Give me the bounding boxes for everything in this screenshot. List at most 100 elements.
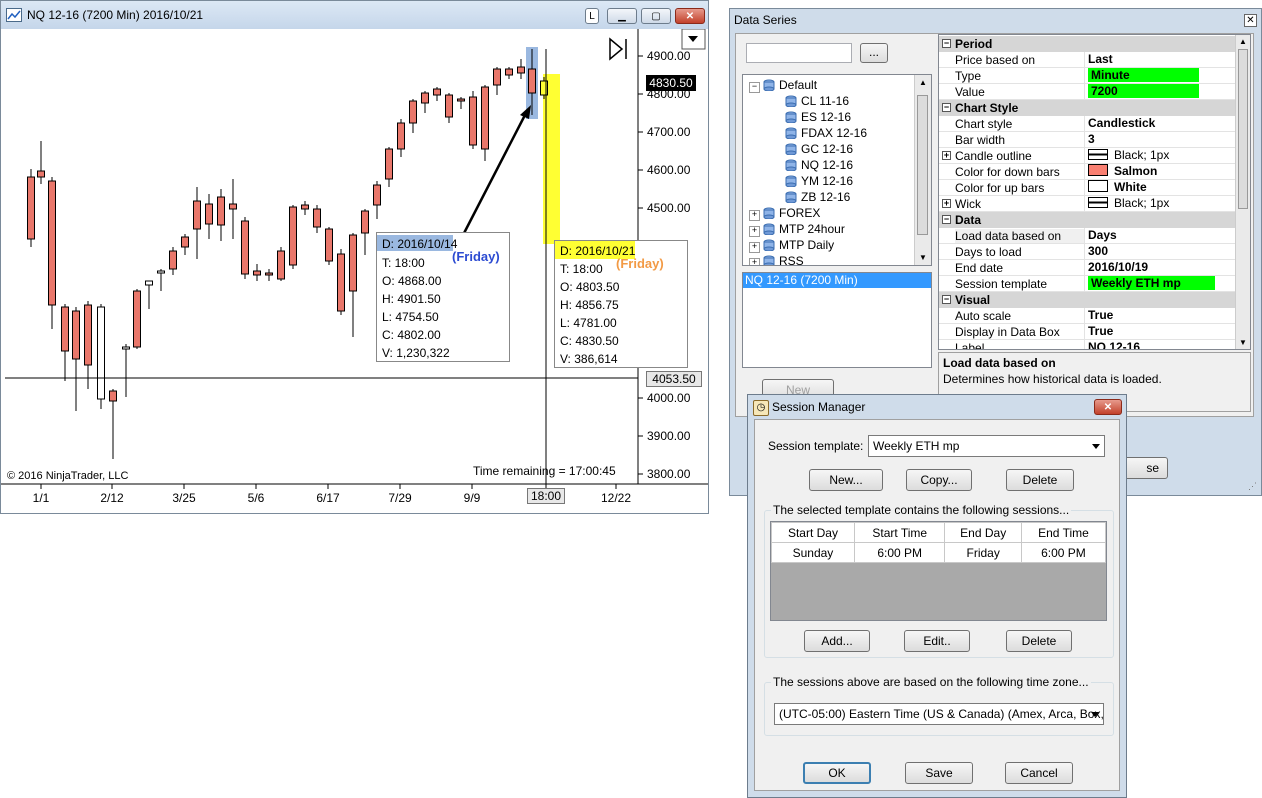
property-value[interactable]: True	[1084, 324, 1243, 339]
tree-instrument-item[interactable]: NQ 12-16	[785, 157, 853, 173]
data-series-close-button[interactable]: ✕	[1244, 14, 1257, 27]
property-row[interactable]: Auto scale True	[939, 308, 1243, 324]
candle[interactable]	[289, 205, 297, 269]
property-value[interactable]: Days	[1084, 228, 1243, 243]
sessions-table-container[interactable]: Start Day Start Time End Day End Time Sunda…	[770, 521, 1107, 621]
property-row[interactable]: Session template Weekly ETH mp	[939, 276, 1243, 292]
tree-item-default[interactable]: − Default	[749, 77, 817, 93]
property-row[interactable]: Bar width 3	[939, 132, 1243, 148]
property-value[interactable]: Black; 1px	[1084, 196, 1243, 211]
instrument-search-input[interactable]	[746, 43, 852, 63]
candle[interactable]	[457, 97, 465, 109]
candle[interactable]	[205, 194, 213, 239]
sessions-table[interactable]: Start Day Start Time End Day End Time Sunda…	[771, 522, 1107, 563]
expand-icon[interactable]: +	[942, 199, 951, 208]
property-value[interactable]: 2016/10/19	[1084, 260, 1243, 275]
candle[interactable]	[373, 181, 381, 219]
candle[interactable]	[493, 67, 501, 95]
scroll-down-icon[interactable]: ▼	[919, 253, 927, 262]
property-row[interactable]: + Wick Black; 1px	[939, 196, 1243, 212]
property-row[interactable]: Type Minute	[939, 68, 1243, 84]
property-scrollbar[interactable]: ▲ ▼	[1235, 35, 1250, 349]
property-row[interactable]: Value 7200	[939, 84, 1243, 100]
expand-icon[interactable]: +	[749, 210, 760, 221]
property-value[interactable]: Salmon	[1084, 164, 1243, 179]
session-template-select[interactable]: Weekly ETH mp	[868, 435, 1105, 457]
property-row[interactable]: Chart style Candlestick	[939, 116, 1243, 132]
property-value[interactable]: 7200	[1084, 84, 1243, 99]
collapse-icon[interactable]: −	[942, 215, 951, 224]
candle[interactable]	[109, 389, 117, 459]
candle[interactable]	[84, 301, 92, 389]
tree-folder-item[interactable]: + FOREX	[749, 205, 820, 221]
ok-button[interactable]: OK	[803, 762, 871, 784]
expand-icon[interactable]: +	[749, 226, 760, 237]
property-value[interactable]: Black; 1px	[1084, 148, 1243, 163]
playback-icon[interactable]	[609, 37, 627, 61]
sessions-column-header[interactable]: Start Time	[853, 522, 946, 543]
property-row[interactable]: Display in Data Box True	[939, 324, 1243, 340]
expand-icon[interactable]: +	[749, 242, 760, 253]
candle[interactable]	[229, 179, 237, 239]
scroll-up-icon[interactable]: ▲	[919, 78, 927, 87]
candle[interactable]	[445, 93, 453, 123]
tree-scrollbar[interactable]: ▲ ▼	[914, 75, 931, 265]
candle[interactable]	[301, 201, 309, 215]
collapse-icon[interactable]: −	[942, 103, 951, 112]
property-value[interactable]: Weekly ETH mp	[1084, 276, 1243, 291]
copy-template-button[interactable]: Copy...	[906, 469, 972, 491]
tree-instrument-item[interactable]: ES 12-16	[785, 109, 851, 125]
property-row[interactable]: Color for down bars Salmon	[939, 164, 1243, 180]
maximize-button[interactable]: ▢	[641, 8, 671, 24]
candle[interactable]	[97, 304, 105, 409]
property-value[interactable]: NQ 12-16	[1084, 340, 1243, 349]
tree-folder-item[interactable]: + MTP Daily	[749, 237, 834, 253]
instrument-tree[interactable]: − Default CL 11-16 ES 12-16 FDAX 12-16 GC 12-…	[742, 74, 932, 266]
candle[interactable]	[217, 189, 225, 241]
candle[interactable]	[48, 177, 56, 329]
browse-button[interactable]: ...	[860, 43, 888, 63]
property-grid[interactable]: − Period Price based on Last Type Minute Value…	[938, 34, 1251, 350]
tree-instrument-item[interactable]: FDAX 12-16	[785, 125, 867, 141]
tree-instrument-item[interactable]: GC 12-16	[785, 141, 853, 157]
series-list-item[interactable]: NQ 12-16 (7200 Min)	[743, 273, 931, 288]
candle[interactable]	[37, 141, 45, 184]
property-scroll-thumb[interactable]	[1238, 49, 1248, 209]
property-value[interactable]: White	[1084, 180, 1243, 195]
candle[interactable]	[169, 247, 177, 275]
property-row[interactable]: Days to load 300	[939, 244, 1243, 260]
candle[interactable]	[72, 307, 80, 411]
layout-button[interactable]: L	[585, 8, 599, 24]
property-category[interactable]: − Chart Style	[939, 100, 1243, 116]
edit-session-button[interactable]: Edit..	[904, 630, 970, 652]
delete-session-button[interactable]: Delete	[1006, 630, 1072, 652]
candle[interactable]	[397, 119, 405, 157]
expand-icon[interactable]: +	[942, 151, 951, 160]
candle[interactable]	[469, 91, 477, 149]
candle[interactable]	[277, 247, 285, 281]
collapse-icon[interactable]: −	[942, 39, 951, 48]
property-value[interactable]: Minute	[1084, 68, 1243, 83]
property-value[interactable]: 3	[1084, 132, 1243, 147]
property-row[interactable]: Color for up bars White	[939, 180, 1243, 196]
property-value[interactable]: 300	[1084, 244, 1243, 259]
scroll-up-icon[interactable]: ▲	[1239, 37, 1247, 46]
session-manager-close-button[interactable]: ✕	[1094, 399, 1122, 415]
property-value[interactable]: Candlestick	[1084, 116, 1243, 131]
property-row[interactable]: Load data based on Days	[939, 228, 1243, 244]
candle[interactable]	[193, 187, 201, 259]
candle[interactable]	[481, 85, 489, 161]
candle[interactable]	[61, 304, 69, 381]
candle[interactable]	[253, 264, 261, 281]
property-value[interactable]: Last	[1084, 52, 1243, 67]
save-button[interactable]: Save	[905, 762, 973, 784]
add-session-button[interactable]: Add...	[804, 630, 870, 652]
timezone-select[interactable]: (UTC-05:00) Eastern Time (US & Canada) (…	[774, 703, 1104, 725]
candle[interactable]	[349, 233, 357, 337]
property-row[interactable]: Label NQ 12-16	[939, 340, 1243, 349]
tree-folder-item[interactable]: + RSS	[749, 253, 804, 265]
delete-template-button[interactable]: Delete	[1006, 469, 1074, 491]
candle[interactable]	[313, 205, 321, 233]
tree-instrument-item[interactable]: ZB 12-16	[785, 189, 850, 205]
table-row[interactable]: Sunday 6:00 PM Friday 6:00 PM	[771, 542, 1107, 563]
